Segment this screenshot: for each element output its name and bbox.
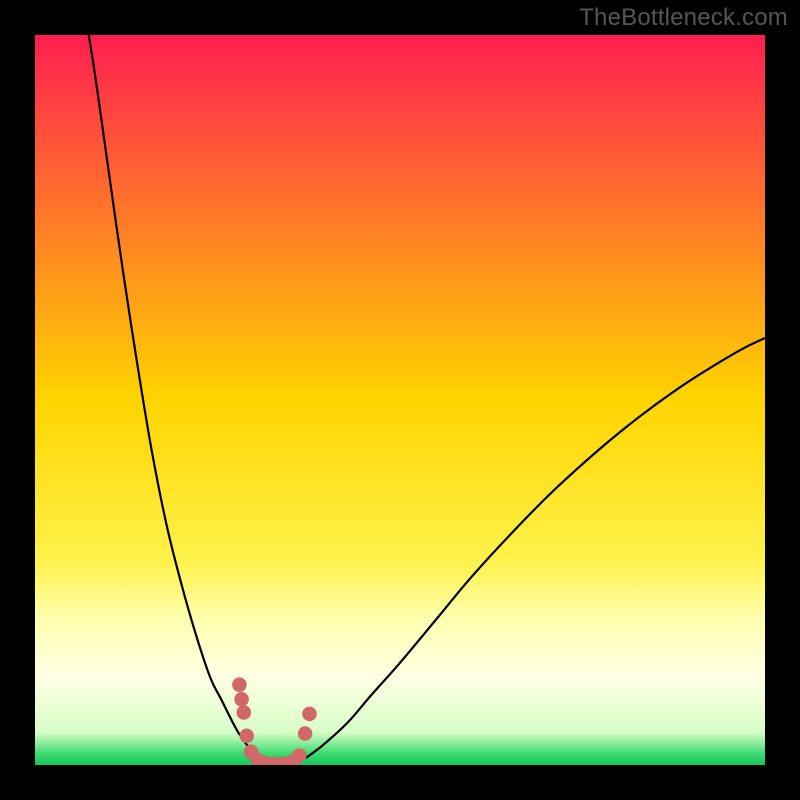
chart-background <box>35 35 765 765</box>
watermark-text: TheBottleneck.com <box>579 4 788 32</box>
minimum-dot <box>232 677 247 692</box>
minimum-dot <box>292 748 307 763</box>
minimum-dot <box>239 729 254 744</box>
minimum-dot <box>302 707 317 722</box>
chart-plot-area <box>35 35 765 765</box>
minimum-dot <box>234 692 249 707</box>
minimum-dot <box>236 705 251 720</box>
chart-svg <box>35 35 765 765</box>
chart-frame: TheBottleneck.com <box>0 0 800 800</box>
minimum-dot <box>298 726 313 741</box>
